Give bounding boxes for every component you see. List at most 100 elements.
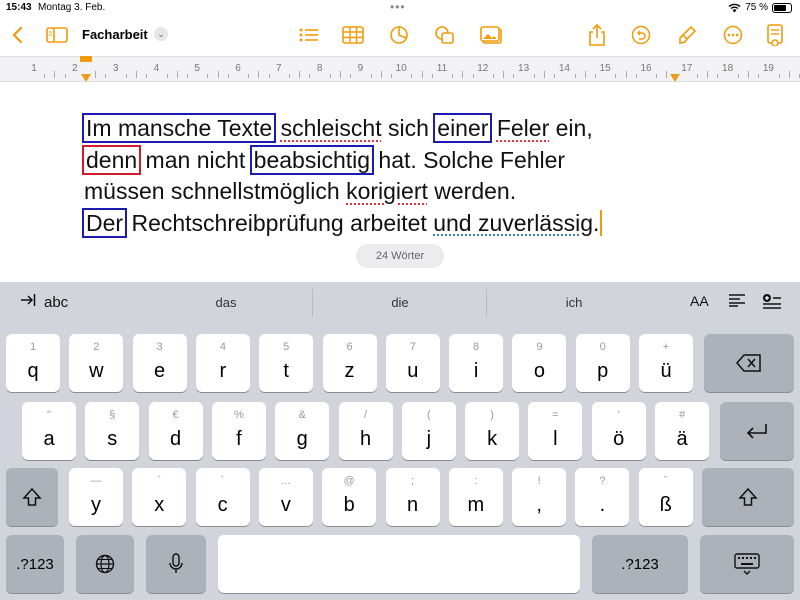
grammar-box-word[interactable]: einer	[433, 113, 493, 143]
key-x[interactable]: ` x	[132, 468, 187, 526]
ruler-tick	[136, 71, 137, 78]
ruler-tick	[64, 74, 66, 78]
grammar-box-word[interactable]: Der	[81, 207, 128, 238]
ruler-tick	[125, 74, 127, 78]
key-e[interactable]: 3e	[132, 334, 187, 392]
key-i[interactable]: 8i	[449, 334, 504, 392]
ruler-tick	[268, 74, 270, 78]
more-icon[interactable]	[720, 22, 746, 48]
key-primary-label: e	[154, 360, 166, 382]
key-m[interactable]: :m	[448, 468, 503, 526]
key-n[interactable]: ; n	[385, 468, 440, 526]
multitasking-dots-icon[interactable]: •••	[390, 0, 406, 14]
key-z[interactable]: 6z	[322, 334, 377, 392]
ruler-indent-top-marker[interactable]	[80, 56, 92, 62]
key-a[interactable]: " a	[22, 402, 76, 460]
key-s[interactable]: § s	[85, 402, 140, 460]
tab-arrow-icon[interactable]	[20, 293, 36, 311]
ruler-tick	[289, 74, 290, 78]
key-.[interactable]: ?.	[575, 468, 630, 526]
ruler-tick	[595, 74, 596, 78]
insert-list-icon[interactable]	[762, 293, 782, 313]
ruler-number: 15	[599, 63, 611, 74]
key-ü[interactable]: + ü	[639, 334, 693, 392]
numbers-key-left[interactable]: .?123	[6, 535, 64, 593]
misspelled-word[interactable]: schleischt	[281, 115, 382, 141]
shift-key-right[interactable]	[702, 468, 794, 526]
ruler-number: 1	[31, 63, 37, 74]
key-primary-label: k	[487, 428, 498, 450]
tab-label[interactable]: abc	[44, 294, 68, 311]
key-q[interactable]: 1q	[6, 334, 60, 392]
key-j[interactable]: (j	[401, 402, 456, 460]
format-brush-icon[interactable]	[674, 22, 700, 48]
numbers-key-right[interactable]: .?123	[592, 535, 688, 593]
key-ö[interactable]: ’ ö	[591, 402, 646, 460]
key-b[interactable]: @ b	[322, 468, 377, 526]
error-box-word[interactable]: denn	[81, 144, 142, 175]
key-u[interactable]: 7u	[385, 334, 440, 392]
return-key[interactable]	[720, 402, 794, 460]
document-options-icon[interactable]	[762, 22, 788, 48]
key-ß[interactable]: ˇß	[638, 468, 693, 526]
key-primary-label: c	[217, 494, 228, 516]
key-d[interactable]: € d	[148, 402, 203, 460]
key-y[interactable]: — y	[69, 468, 123, 526]
list-icon[interactable]	[296, 22, 322, 48]
shapes-icon[interactable]	[432, 22, 458, 48]
ruler-left-indent-marker[interactable]	[81, 74, 91, 82]
grammar-box-word[interactable]: beabsichtig	[249, 144, 375, 175]
key-f[interactable]: % f	[211, 402, 266, 460]
misspelled-word[interactable]: Feler	[497, 115, 549, 141]
ruler-tick	[431, 74, 433, 78]
text-run: sich	[381, 115, 436, 141]
grammar-underlined-phrase[interactable]: und zuverlässig	[433, 210, 593, 236]
dictation-key[interactable]	[146, 535, 206, 593]
key-o[interactable]: 9o	[512, 334, 567, 392]
key-r[interactable]: 4r	[195, 334, 250, 392]
key-secondary-label: 9	[536, 341, 543, 353]
key-t[interactable]: 5t	[259, 334, 314, 392]
document-title[interactable]: Facharbeit	[82, 27, 148, 42]
table-icon[interactable]	[340, 22, 366, 48]
text-format-button[interactable]: AA	[690, 293, 709, 309]
chart-icon[interactable]	[386, 22, 412, 48]
title-menu-chevron-icon[interactable]: ⌄	[154, 27, 168, 41]
key-k[interactable]: ) k	[465, 402, 520, 460]
key-ä[interactable]: # ä	[655, 402, 709, 460]
globe-key[interactable]	[76, 535, 134, 593]
hide-keyboard-key[interactable]	[700, 535, 794, 593]
suggestion-1[interactable]: das	[166, 295, 286, 310]
shift-key-left[interactable]	[6, 468, 58, 526]
key-,[interactable]: !,	[512, 468, 567, 526]
ruler-tick	[737, 74, 739, 78]
key-p[interactable]: 0p	[575, 334, 630, 392]
key-h[interactable]: / h	[338, 402, 393, 460]
ruler-right-indent-marker[interactable]	[670, 74, 680, 82]
back-chevron-icon[interactable]	[4, 22, 30, 48]
key-secondary-label: 2	[93, 341, 100, 353]
key-secondary-label: =	[552, 409, 559, 421]
sidebar-icon[interactable]	[44, 22, 70, 48]
space-key[interactable]	[218, 535, 580, 593]
suggestion-3[interactable]: ich	[514, 295, 634, 310]
key-c[interactable]: ´ c	[195, 468, 250, 526]
word-count-badge[interactable]: 24 Wörter	[356, 244, 444, 268]
align-left-icon[interactable]	[728, 293, 746, 311]
document-body[interactable]: Im mansche Texte schleischt sich einer F…	[81, 113, 704, 239]
key-v[interactable]: ... v	[258, 468, 313, 526]
key-l[interactable]: = l	[528, 402, 583, 460]
ruler[interactable]: 1 2 3 4 5 6 7 8 9 10 11 12 13 14 15 16 17 18 19	[0, 56, 800, 82]
misspelled-word[interactable]: korigiert	[346, 178, 428, 204]
suggestion-2[interactable]: die	[340, 295, 460, 310]
key-w[interactable]: 2w	[69, 334, 124, 392]
ruler-tick	[350, 74, 352, 78]
key-g[interactable]: & g	[275, 402, 330, 460]
delete-key[interactable]	[704, 334, 794, 392]
undo-icon[interactable]	[628, 22, 654, 48]
grammar-box-phrase[interactable]: Im mansche Texte	[81, 113, 277, 143]
share-icon[interactable]	[584, 22, 610, 48]
ruler-tick	[176, 71, 178, 78]
media-icon[interactable]	[478, 22, 504, 48]
ruler-tick	[95, 71, 97, 78]
